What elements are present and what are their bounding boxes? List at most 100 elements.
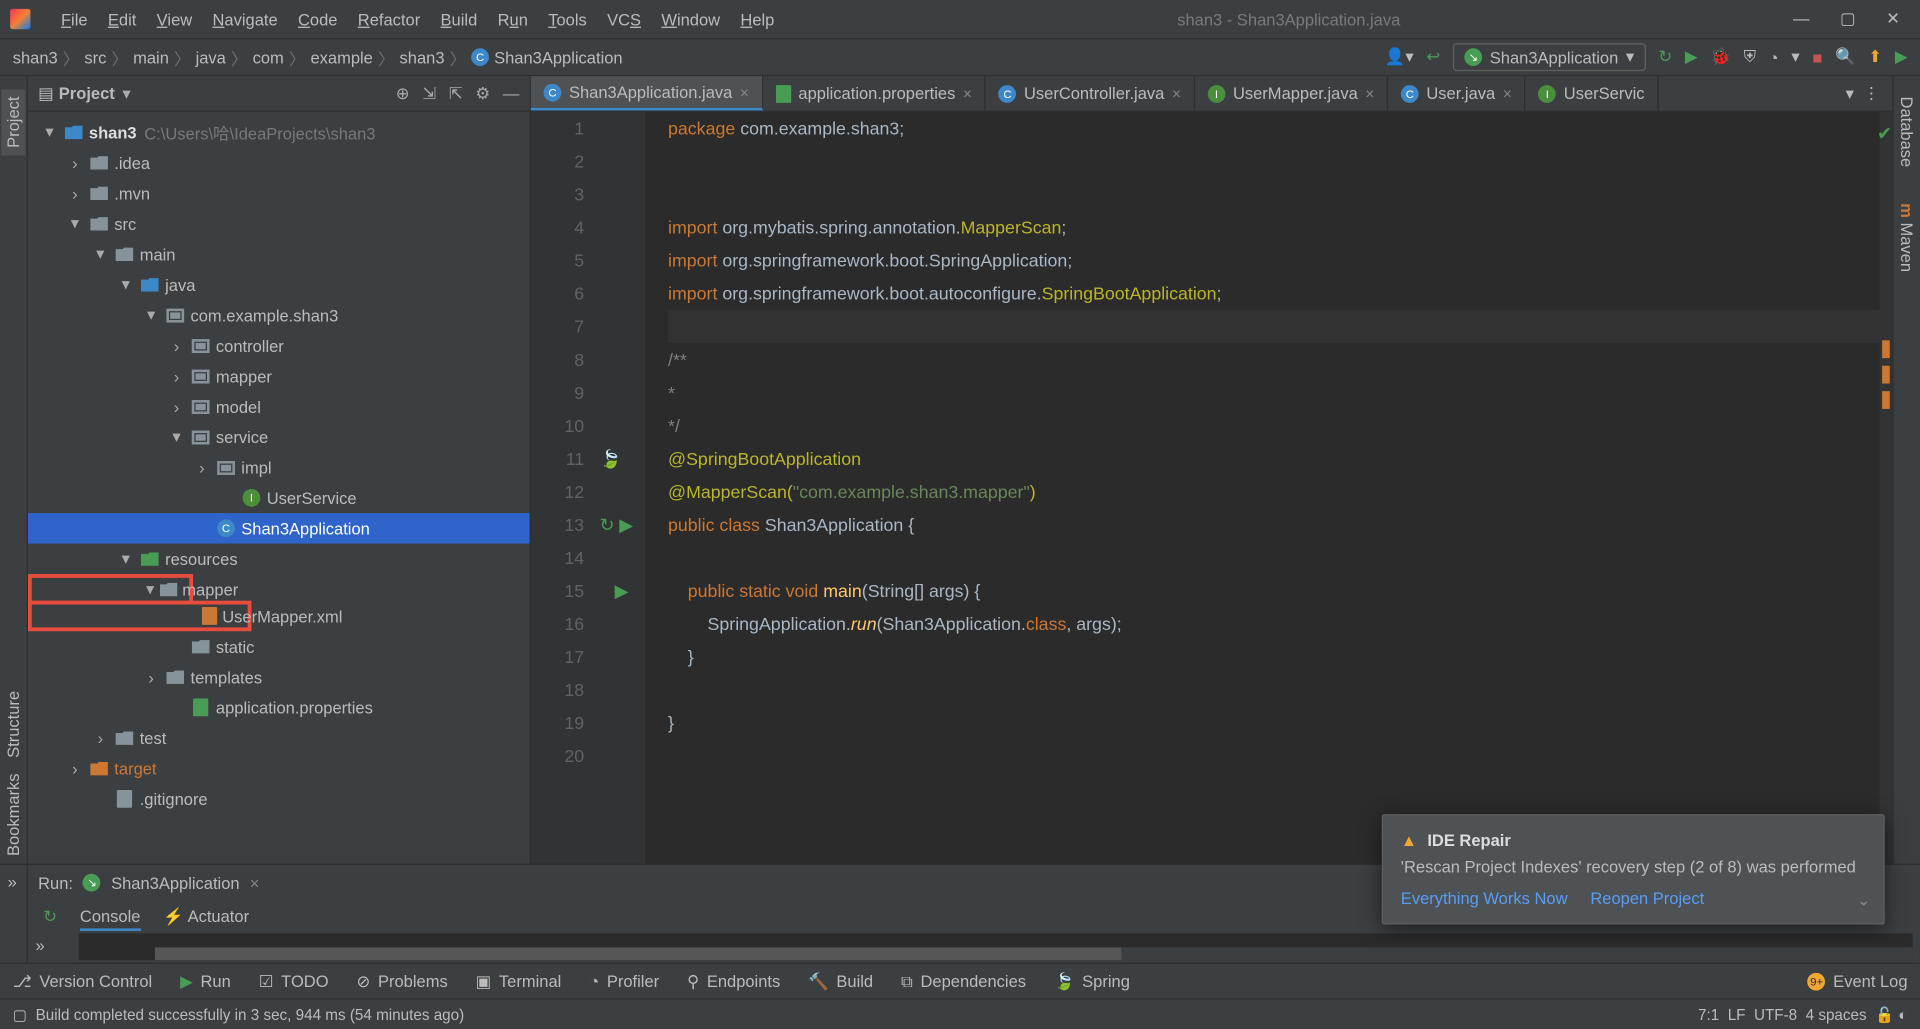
minimize-icon[interactable]: —	[1793, 9, 1810, 29]
menu-code[interactable]: Code	[288, 10, 348, 29]
project-tree[interactable]: ▾shan3C:\Users\哈\IdeaProjects\shan3 ›.id…	[28, 112, 530, 864]
tool-run[interactable]: ▶ Run	[180, 971, 231, 991]
run-more-icon[interactable]: »	[0, 865, 27, 899]
project-view-icon[interactable]: ▤	[38, 83, 54, 103]
user-icon[interactable]: 👤▾	[1385, 47, 1414, 67]
tree-item-usermapper-xml: UserMapper.xml	[28, 601, 252, 631]
left-tab-bookmarks[interactable]: Bookmarks	[1, 766, 25, 864]
menu-tools[interactable]: Tools	[538, 10, 597, 29]
tab-application-properties[interactable]: application.properties×	[763, 76, 986, 110]
tool-problems[interactable]: ⊘ Problems	[357, 971, 448, 991]
horizontal-scrollbar[interactable]	[155, 947, 1913, 960]
status-bar: ▢ Build completed successfully in 3 sec,…	[0, 998, 1920, 1028]
link-everything-works[interactable]: Everything Works Now	[1401, 889, 1568, 908]
tool-endpoints[interactable]: ⚲ Endpoints	[687, 971, 780, 991]
profile-icon[interactable]: ◔	[1769, 48, 1779, 67]
gutter-markers[interactable]: 🍃 ↻ ▶ ▶	[594, 112, 645, 864]
tool-spring[interactable]: 🍃 Spring	[1054, 971, 1130, 991]
run-config-selector[interactable]: ↘ Shan3Application ▾	[1453, 43, 1646, 71]
select-opened-icon[interactable]: ⊕	[396, 83, 410, 103]
event-log[interactable]: 9+ Event Log	[1808, 972, 1908, 991]
back-icon[interactable]: ↩	[1426, 47, 1440, 67]
close-icon[interactable]: ×	[250, 873, 260, 892]
run-anything-icon[interactable]: ▶	[1895, 47, 1908, 67]
bottom-tool-bar: ⎇ Version Control ▶ Run ☑ TODO ⊘ Problem…	[0, 963, 1920, 999]
lock-icon[interactable]: 🔓	[1875, 1005, 1894, 1023]
toolbar-icons: 👤▾ ↩ ↘ Shan3Application ▾ ↻ ▶ 🐞 ⛨ ◔ ▾ ■ …	[1385, 43, 1908, 71]
tab-userservic[interactable]: IUserServic	[1526, 76, 1659, 110]
tree-item-shan3application: CShan3Application	[28, 513, 530, 543]
tool-todo[interactable]: ☑ TODO	[259, 971, 329, 991]
run-more-icon[interactable]: »	[36, 936, 45, 955]
menu-window[interactable]: Window	[651, 10, 730, 29]
tab-shan3application[interactable]: CShan3Application.java×	[531, 76, 763, 110]
link-reopen-project[interactable]: Reopen Project	[1590, 889, 1704, 908]
close-icon[interactable]: ×	[740, 83, 749, 101]
tab-usermapper[interactable]: IUserMapper.java×	[1195, 76, 1388, 110]
window-title: shan3 - Shan3Application.java	[785, 10, 1793, 29]
notification-popup: ▲ IDE Repair 'Rescan Project Indexes' re…	[1382, 814, 1885, 924]
project-panel: ▤ Project ▾ ⊕ ⇲ ⇱ ⚙ — ▾shan3C:\Users\哈\I…	[28, 76, 531, 863]
left-tab-structure[interactable]: Structure	[1, 684, 25, 766]
more-tabs-icon[interactable]: ▾ ⋮	[1833, 76, 1892, 110]
right-tab-database[interactable]: Database	[1895, 89, 1919, 175]
line-separator[interactable]: LF	[1728, 1005, 1746, 1023]
memory-icon[interactable]: ◐	[1898, 1005, 1907, 1023]
gear-icon[interactable]: ⚙	[475, 83, 490, 103]
menu-run[interactable]: Run	[487, 10, 538, 29]
collapse-all-icon[interactable]: ⇱	[449, 83, 463, 103]
left-tab-project[interactable]: Project	[1, 89, 25, 156]
titlebar: File Edit View Navigate Code Refactor Bu…	[0, 0, 1920, 38]
run-button-icon[interactable]: ▶	[1685, 47, 1698, 67]
check-icon: ✔	[1877, 117, 1892, 150]
menu-navigate[interactable]: Navigate	[202, 10, 287, 29]
run-label: Run:	[38, 873, 73, 892]
menu-view[interactable]: View	[147, 10, 203, 29]
tool-version-control[interactable]: ⎇ Version Control	[13, 971, 153, 991]
notification-body: 'Rescan Project Indexes' recovery step (…	[1401, 857, 1866, 876]
chevron-down-icon[interactable]: ⌄	[1857, 890, 1871, 910]
tab-user[interactable]: CUser.java×	[1388, 76, 1525, 110]
menu-help[interactable]: Help	[730, 10, 784, 29]
debug-icon[interactable]: 🐞	[1710, 47, 1731, 67]
right-tab-maven[interactable]: m Maven	[1895, 195, 1919, 279]
warning-icon: ▲	[1401, 831, 1417, 850]
menu-build[interactable]: Build	[430, 10, 487, 29]
tool-dependencies[interactable]: ⧉ Dependencies	[901, 971, 1026, 991]
left-tool-strip: Project Structure Bookmarks	[0, 76, 28, 863]
menu-file[interactable]: File	[51, 10, 98, 29]
menu-refactor[interactable]: Refactor	[348, 10, 431, 29]
menu-vcs[interactable]: VCS	[597, 10, 651, 29]
sync-icon[interactable]: ↻	[1658, 47, 1672, 67]
breadcrumb[interactable]: shan3〉 src〉 main〉 java〉 com〉 example〉 sh…	[13, 45, 623, 69]
encoding[interactable]: UTF-8	[1754, 1005, 1797, 1023]
caret-position[interactable]: 7:1	[1698, 1005, 1719, 1023]
tool-terminal[interactable]: ▣ Terminal	[476, 971, 562, 991]
menu-edit[interactable]: Edit	[98, 10, 147, 29]
expand-all-icon[interactable]: ⇲	[422, 83, 436, 103]
right-tool-strip: Database m Maven	[1892, 76, 1920, 863]
close-icon[interactable]: ✕	[1886, 9, 1900, 29]
chevron-down-icon: ▾	[1626, 47, 1634, 67]
indexing-icon[interactable]: ▢	[13, 1005, 27, 1023]
update-icon[interactable]: ⬆	[1868, 47, 1882, 67]
panel-title: Project	[59, 84, 115, 103]
class-icon: C	[471, 48, 489, 66]
tab-actuator[interactable]: ⚡ Actuator	[163, 904, 249, 929]
editor: CShan3Application.java× application.prop…	[531, 76, 1892, 863]
rerun-icon[interactable]: ↻	[43, 907, 57, 927]
chevron-down-icon[interactable]: ▾	[122, 83, 130, 103]
tool-build[interactable]: 🔨 Build	[808, 971, 873, 991]
code-editor[interactable]: 1234567891011121314151617181920 🍃 ↻ ▶ ▶ …	[531, 112, 1892, 864]
search-icon[interactable]: 🔍	[1835, 47, 1856, 67]
indent-setting[interactable]: 4 spaces	[1806, 1005, 1867, 1023]
stop-icon[interactable]: ■	[1812, 48, 1822, 67]
error-stripe[interactable]: ✔	[1880, 112, 1893, 864]
coverage-icon[interactable]: ⛨	[1744, 47, 1756, 67]
tool-profiler[interactable]: ◔ Profiler	[589, 972, 659, 991]
tab-console[interactable]: Console	[80, 904, 141, 931]
navbar: shan3〉 src〉 main〉 java〉 com〉 example〉 sh…	[0, 38, 1920, 76]
maximize-icon[interactable]: ▢	[1840, 9, 1856, 29]
tab-usercontroller[interactable]: CUserController.java×	[986, 76, 1195, 110]
hide-icon[interactable]: —	[503, 83, 520, 103]
